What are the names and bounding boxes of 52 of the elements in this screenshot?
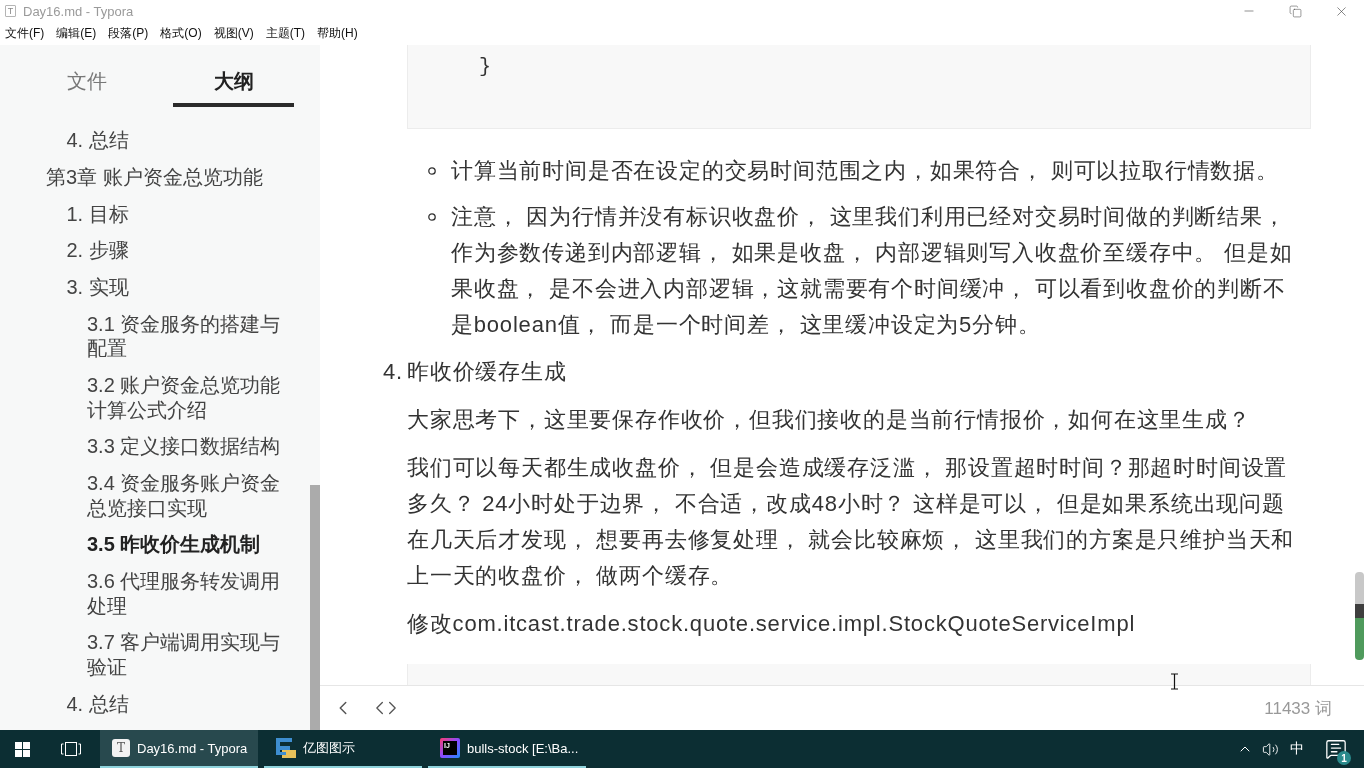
outline-item[interactable]: 第3章 账户资金总览功能 xyxy=(0,158,288,196)
task-view-icon xyxy=(61,742,81,756)
paragraph: 修改com.itcast.trade.stock.quote.service.impl.StockQuoteServiceImpl xyxy=(407,610,1137,638)
stacked-bars-icon xyxy=(276,738,296,758)
sidebar-tab[interactable]: 大纲 xyxy=(173,45,294,107)
outline-item[interactable]: 4. 总结 xyxy=(0,685,288,723)
outline-item[interactable]: 3.3 定义接口数据结构 xyxy=(0,428,288,465)
paragraph: 大家思考下，这里要保存作收价，但我们接收的是当前行情报价，如何在这里生成？ xyxy=(407,406,1252,434)
outline-item[interactable]: 3.7 客户端调用实现与验证 xyxy=(0,624,288,686)
input-method-indicator[interactable]: 中 xyxy=(1288,740,1306,758)
outline-item[interactable]: 3.4 资金服务账户资金总览接口实现 xyxy=(0,465,288,527)
outline-item[interactable]: 3.1 资金服务的搭建与配置 xyxy=(0,305,288,367)
menu-item[interactable]: 文件(F) xyxy=(5,25,45,42)
restore-icon xyxy=(1288,4,1302,18)
circle-bullet-icon xyxy=(428,213,436,221)
menu-item[interactable]: 视图(V) xyxy=(213,25,254,42)
scrollbar-thumb[interactable] xyxy=(310,485,320,730)
menu-item[interactable]: 主题(T) xyxy=(265,25,305,42)
outline-item[interactable]: 3.5 昨收价生成机制 xyxy=(0,526,288,563)
window-title: Day16.md - Typora xyxy=(23,3,134,19)
taskbar-app-title: Day16.md - Typora xyxy=(137,740,248,756)
sidebar-tab[interactable]: 文件 xyxy=(26,45,147,107)
notification-icon[interactable] xyxy=(1325,738,1347,760)
notification-count: 1 xyxy=(1337,751,1351,765)
menu-item[interactable]: 帮助(H) xyxy=(317,25,358,42)
outline-item[interactable]: 4. 总结 xyxy=(0,122,288,159)
outline-item[interactable]: 1. 目标 xyxy=(0,195,288,233)
outline-item[interactable]: 3.6 代理服务转发调用处理 xyxy=(0,563,288,625)
taskbar-app-button[interactable]: 亿图图示 xyxy=(264,730,422,768)
outline-item[interactable]: 3.2 账户资金总览功能计算公式介绍 xyxy=(0,367,288,429)
menu-item[interactable]: 格式(O) xyxy=(160,25,202,42)
menu-item[interactable]: 段落(P) xyxy=(108,25,149,42)
taskbar-app-title: 亿图图示 xyxy=(303,739,355,757)
text-cursor-icon xyxy=(1170,673,1179,690)
speaker-icon[interactable] xyxy=(1262,740,1279,758)
bullet-text: 计算当前时间是否在设定的交易时间范围之内，如果符合， 则可以拉取行情数据。 xyxy=(451,157,1280,185)
paragraph: 我们可以每天都生成收盘价， 但是会造成缓存泛滥， 那设置超时时间？那超时时间设置多久？ 24小时处于边界， 不合适，改成48小时？ 这样是可以， 但是如果系统出现问题在几天后才发现， 想要再去修复处理， 就会比较麻烦， 这里我们的方案是只维护当天和上一天的收盘价， 做两个缓存。 xyxy=(407,454,1296,590)
letter-tile-icon: T xyxy=(5,5,16,17)
word-count: 11433 词 xyxy=(1264,697,1332,720)
circle-bullet-icon xyxy=(428,167,436,175)
taskbar-app-title: bulls-stock [E:\Ba... xyxy=(467,740,579,756)
outline-item[interactable]: 3. 实现 xyxy=(0,269,288,306)
start-icon xyxy=(14,741,30,757)
menu-item[interactable]: 编辑(E) xyxy=(56,25,97,42)
list-item-text: 昨收价缓存生成 xyxy=(407,358,568,386)
scrollbar-thumb[interactable] xyxy=(1355,572,1364,660)
letter-tile-icon: T xyxy=(112,739,130,757)
list-number: 4. xyxy=(383,358,404,386)
bullet-text: 注意， 因为行情并没有标识收盘价， 这里我们利用已经对交易时间做的判断结果，作为参数传递到内部逻辑， 如果是收盘， 内部逻辑则写入收盘价至缓存中。 但是如果收盘， 是不会进入内部逻辑，这就需要有个时间缓冲， 可以看到收盘价的判断不是boolean值， 而是一个时间差， 这里缓冲设定为5分钟。 xyxy=(451,203,1294,339)
taskbar-app-button[interactable]: T Day16.md - Typora xyxy=(100,730,258,768)
code-line: } xyxy=(479,54,492,80)
outline-item[interactable]: 2. 步骤 xyxy=(0,232,288,269)
